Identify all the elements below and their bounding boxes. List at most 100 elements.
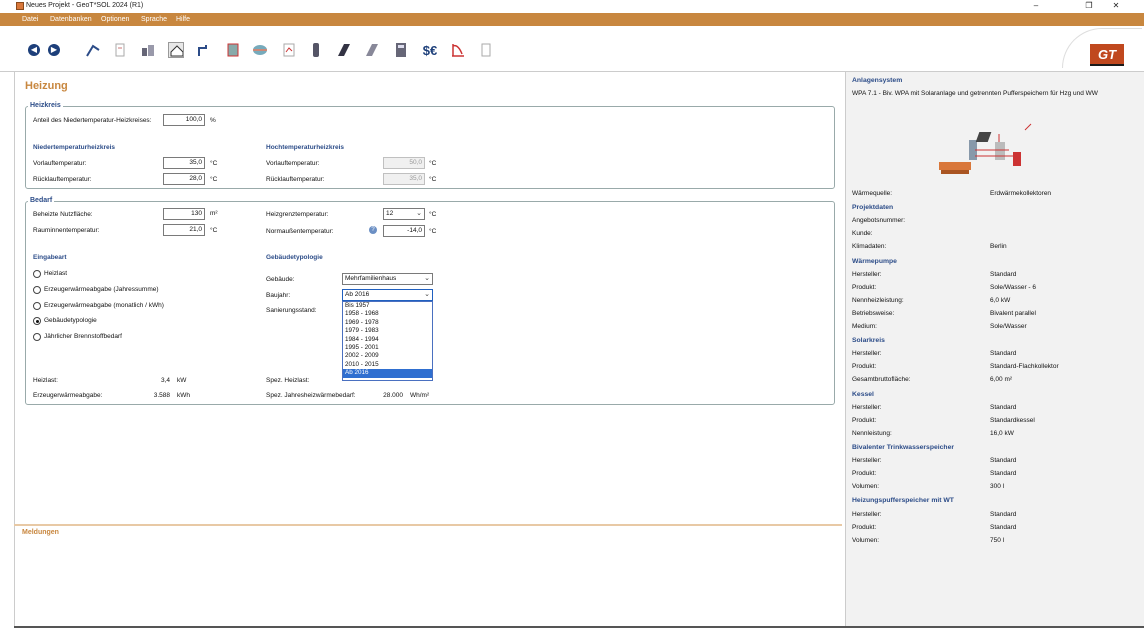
pu-hersteller-label: Hersteller: xyxy=(852,511,882,518)
erzeuger-unit: kWh xyxy=(177,392,190,399)
app-icon xyxy=(16,2,24,10)
storage-tank-icon[interactable] xyxy=(308,42,324,58)
ht-ruecklauf-unit: °C xyxy=(429,176,437,183)
report-icon[interactable] xyxy=(478,42,494,58)
norm-unit: °C xyxy=(429,228,437,235)
ht-ruecklauf-label: Rücklauftemperatur: xyxy=(266,176,325,183)
radio-gebaeudetypologie-label[interactable]: Gebäudetypologie xyxy=(44,317,97,324)
menu-datenbanken[interactable]: Datenbanken xyxy=(50,16,92,23)
radio-brennstoff-label[interactable]: Jährlicher Brennstoffbedarf xyxy=(44,333,122,340)
minimize-button[interactable]: – xyxy=(1029,1,1043,10)
hot-water-icon[interactable] xyxy=(196,42,212,58)
baujahr-option-selected[interactable]: Ab 2016 xyxy=(343,369,432,378)
menu-sprache[interactable]: Sprache xyxy=(141,16,167,23)
baujahr-option[interactable]: 1995 - 2001 xyxy=(343,344,432,352)
radio-erzeuger-jahr[interactable] xyxy=(33,286,41,294)
wp-hersteller-value: Standard xyxy=(990,271,1017,278)
restore-button[interactable]: ❐ xyxy=(1082,1,1096,10)
nt-vorlauf-label: Vorlauftemperatur: xyxy=(33,160,87,167)
heating-icon[interactable] xyxy=(168,42,184,58)
nt-ruecklauf-label: Rücklauftemperatur: xyxy=(33,176,92,183)
flaeche-unit: m² xyxy=(210,210,218,217)
sk-produkt-value: Standard-Flachkollektor xyxy=(990,363,1059,370)
ht-title: Hochtemperaturheizkreis xyxy=(266,144,345,151)
sk-flaeche-value: 6,00 m² xyxy=(990,376,1013,383)
chevron-down-icon: ⌄ xyxy=(416,210,422,217)
heizgrenz-value: 12 xyxy=(386,210,394,217)
anteil-label: Anteil des Niedertemperatur-Heizkreises: xyxy=(33,117,152,124)
radio-erzeuger-jahr-label[interactable]: Erzeugerwärmeabgabe (Jahressumme) xyxy=(44,286,159,293)
pu-volumen-value: 750 l xyxy=(990,537,1005,544)
wp-hersteller-label: Hersteller: xyxy=(852,271,882,278)
system-selection-icon[interactable] xyxy=(85,42,101,58)
baujahr-option[interactable]: 2010 - 2015 xyxy=(343,361,432,369)
heizgrenz-select[interactable]: 12 ⌄ xyxy=(383,208,425,220)
heizkreis-legend: Heizkreis xyxy=(28,102,63,109)
forward-button[interactable]: ▶ xyxy=(46,42,62,58)
wp-leistung-label: Nennheizleistung: xyxy=(852,297,904,304)
heizgrenz-label: Heizgrenztemperatur: xyxy=(266,211,329,218)
tw-volumen-label: Volumen: xyxy=(852,483,880,490)
waermequelle-label: Wärmequelle: xyxy=(852,190,893,197)
building-icon[interactable] xyxy=(140,42,156,58)
menu-optionen[interactable]: Optionen xyxy=(101,16,129,23)
economics-icon[interactable]: $€ xyxy=(420,42,440,58)
nt-ruecklauf-input[interactable]: 28,0 xyxy=(163,173,205,185)
heat-source-icon[interactable] xyxy=(252,42,268,58)
spez-jahres-label: Spez. Jahresheizwärmebedarf: xyxy=(266,392,356,399)
radio-brennstoff[interactable] xyxy=(33,333,41,341)
raum-unit: °C xyxy=(210,227,218,234)
heat-pump-icon[interactable] xyxy=(225,42,241,58)
flaeche-input[interactable]: 130 xyxy=(163,208,205,220)
tw-volumen-value: 300 l xyxy=(990,483,1005,490)
nt-vorlauf-unit: °C xyxy=(210,160,218,167)
waermequelle-value: Erdwärmekollektoren xyxy=(990,190,1052,197)
chevron-down-icon: ⌄ xyxy=(424,291,430,298)
radio-erzeuger-monat-label[interactable]: Erzeugerwärmeabgabe (monatlich / kWh) xyxy=(44,302,164,309)
heizlast-unit: kW xyxy=(177,377,187,384)
baujahr-option[interactable]: 1984 - 1994 xyxy=(343,336,432,344)
calculator-icon[interactable] xyxy=(393,42,409,58)
spez-jahres-value: 28.000 xyxy=(383,392,403,399)
raum-input[interactable]: 21,0 xyxy=(163,224,205,236)
baujahr-option[interactable]: 1958 - 1968 xyxy=(343,310,432,318)
nt-vorlauf-input[interactable]: 35,0 xyxy=(163,157,205,169)
solar-collector-icon[interactable] xyxy=(336,42,352,58)
menu-datei[interactable]: Datei xyxy=(22,16,38,23)
project-data-icon[interactable] xyxy=(112,42,128,58)
heizlast-value: 3,4 xyxy=(160,377,170,384)
sanierung-label: Sanierungsstand: xyxy=(266,307,317,314)
trinkwasser-title: Bivalenter Trinkwasserspeicher xyxy=(852,444,955,451)
baujahr-option[interactable]: Bis 1957 xyxy=(343,302,432,310)
bedarf-legend: Bedarf xyxy=(28,197,55,204)
waermepumpe-title: Wärmepumpe xyxy=(852,258,897,265)
baujahr-option[interactable]: 1969 - 1978 xyxy=(343,319,432,327)
menu-hilfe[interactable]: Hilfe xyxy=(176,16,190,23)
radio-gebaeudetypologie[interactable] xyxy=(33,317,41,325)
info-icon[interactable]: ? xyxy=(369,226,377,234)
norm-input[interactable]: -14,0 xyxy=(383,225,425,237)
back-button[interactable]: ◀ xyxy=(26,42,42,58)
baujahr-option[interactable]: 2002 - 2009 xyxy=(343,352,432,360)
close-button[interactable]: ✕ xyxy=(1109,1,1123,10)
baujahr-option[interactable]: 1979 - 1983 xyxy=(343,327,432,335)
baujahr-select[interactable]: Ab 2016 ⌄ xyxy=(342,289,433,301)
tariff-icon[interactable] xyxy=(281,42,297,58)
anteil-input[interactable]: 100,0 xyxy=(163,114,205,126)
messages-separator xyxy=(14,524,842,526)
wp-produkt-value: Sole/Wasser - 6 xyxy=(990,284,1036,291)
pu-volumen-label: Volumen: xyxy=(852,537,880,544)
typologie-title: Gebäudetypologie xyxy=(266,254,323,261)
ht-vorlauf-input: 50,0 xyxy=(383,157,425,169)
radio-erzeuger-monat[interactable] xyxy=(33,302,41,310)
ke-leistung-value: 16,0 kW xyxy=(990,430,1014,437)
pv-collector-icon[interactable] xyxy=(364,42,380,58)
anlage-title: Anlagensystem xyxy=(852,77,903,84)
results-chart-icon[interactable] xyxy=(450,42,466,58)
solarkreis-title: Solarkreis xyxy=(852,337,885,344)
ht-vorlauf-unit: °C xyxy=(429,160,437,167)
radio-heizlast[interactable] xyxy=(33,270,41,278)
gebaeude-select[interactable]: Mehrfamilienhaus ⌄ xyxy=(342,273,433,285)
window-title: Neues Projekt - GeoT*SOL 2024 (R1) xyxy=(26,2,144,9)
radio-heizlast-label[interactable]: Heizlast xyxy=(44,270,67,277)
